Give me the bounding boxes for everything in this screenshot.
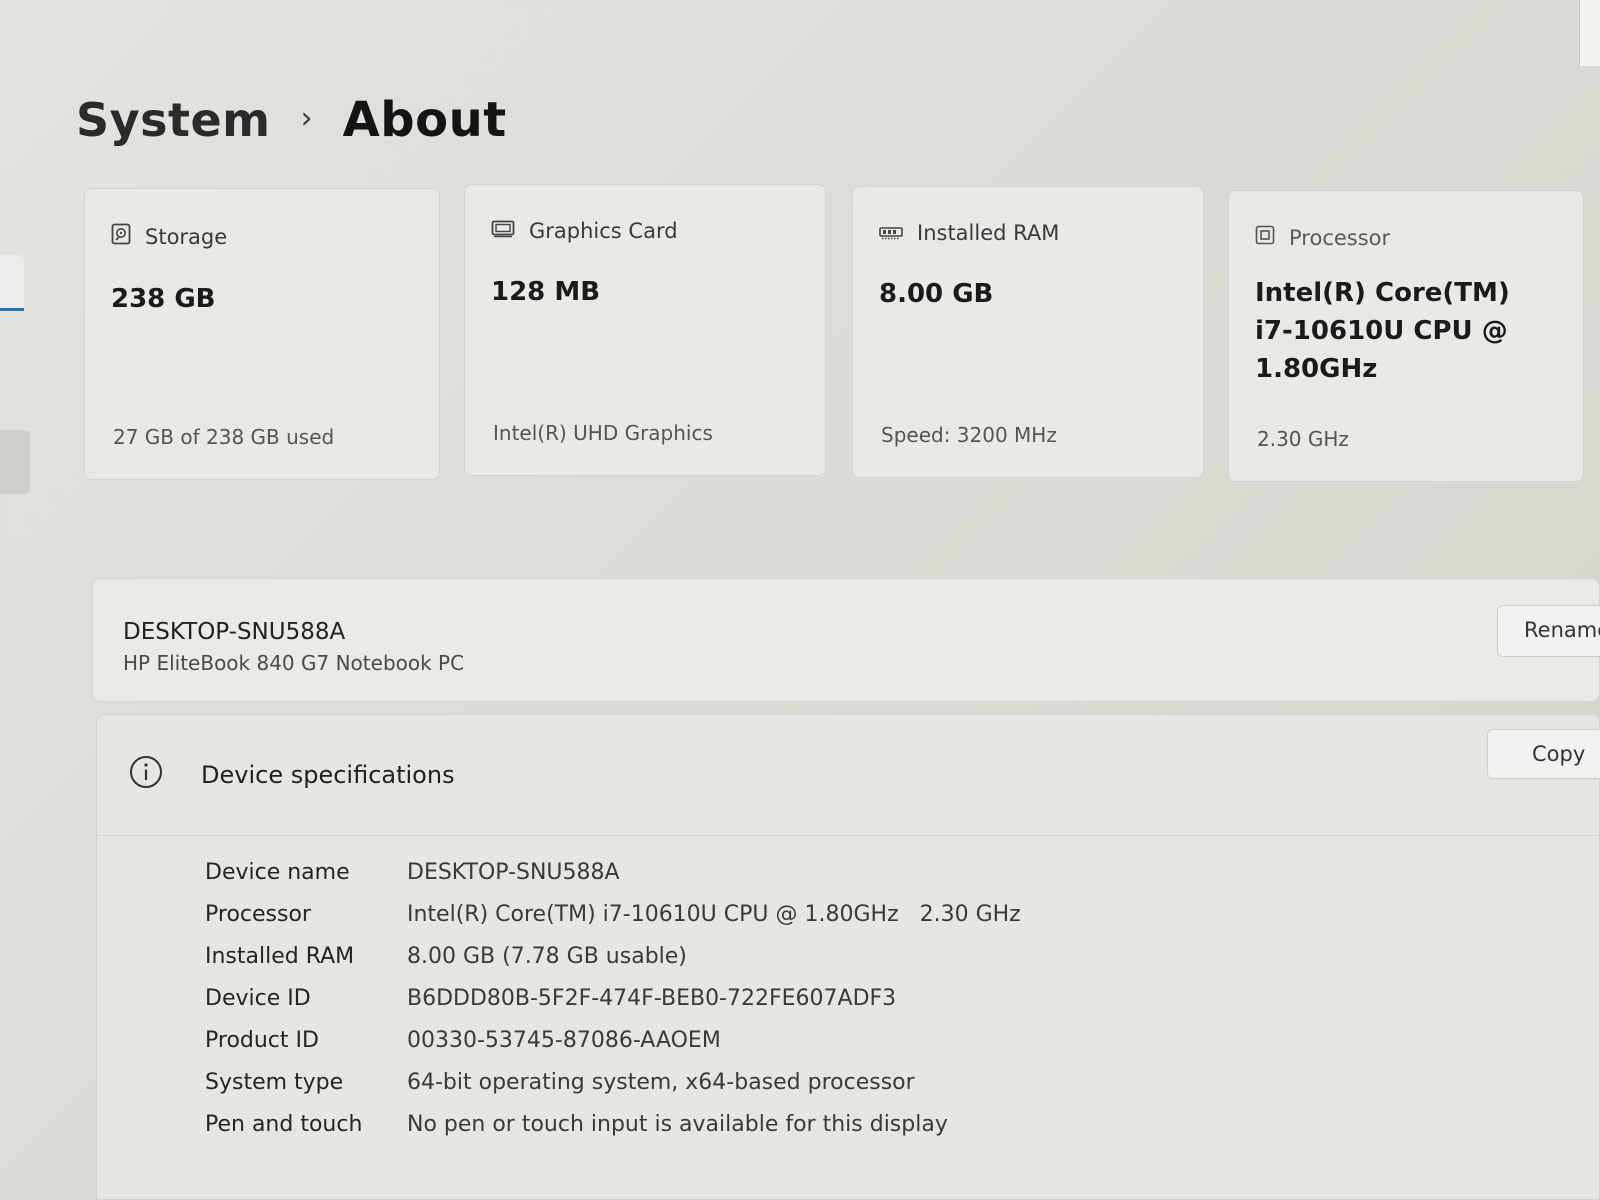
spec-value: DESKTOP-SNU588A (407, 859, 620, 885)
rename-button[interactable]: Rename (1497, 605, 1600, 657)
spec-row: Device ID B6DDD80B-5F2F-474F-BEB0-722FE6… (205, 977, 1505, 1019)
spec-label: System type (205, 1069, 344, 1095)
ram-card-value: 8.00 GB (879, 279, 994, 309)
spec-value: 00330-53745-87086-AAOEM (407, 1027, 721, 1053)
spec-label: Installed RAM (205, 943, 355, 969)
copy-button[interactable]: Copy (1487, 729, 1600, 779)
spec-value: No pen or touch input is available for t… (407, 1111, 948, 1137)
device-specifications-title: Device specifications (201, 761, 455, 789)
graphics-card-value: 128 MB (491, 277, 601, 307)
spec-row: Product ID 00330-53745-87086-AAOEM (205, 1019, 1505, 1061)
storage-card-header: Storage (111, 223, 413, 250)
graphics-card-icon (491, 219, 515, 243)
spec-row: Pen and touch No pen or touch input is a… (205, 1103, 1505, 1145)
storage-card[interactable]: Storage 238 GB 27 GB of 238 GB used (84, 188, 440, 480)
storage-card-sub: 27 GB of 238 GB used (113, 425, 335, 449)
spec-value: Intel(R) Core(TM) i7-10610U CPU @ 1.80GH… (407, 901, 1021, 927)
nav-item[interactable] (0, 430, 30, 494)
info-icon (129, 755, 163, 793)
device-model: HP EliteBook 840 G7 Notebook PC (123, 651, 465, 675)
breadcrumb: System › About (76, 92, 507, 148)
processor-icon (1255, 225, 1275, 250)
device-name: DESKTOP-SNU588A (123, 619, 346, 645)
spec-value: 8.00 GB (7.78 GB usable) (407, 943, 687, 969)
spec-row: Device name DESKTOP-SNU588A (205, 851, 1505, 893)
storage-card-title: Storage (145, 224, 228, 249)
ram-card-header: Installed RAM (879, 221, 1177, 245)
spec-label: Processor (205, 901, 311, 927)
storage-icon (111, 223, 131, 250)
ram-card-sub: Speed: 3200 MHz (881, 423, 1057, 447)
graphics-card-title: Graphics Card (529, 219, 678, 243)
nav-item-selected[interactable] (0, 255, 24, 311)
breadcrumb-parent[interactable]: System (76, 93, 271, 147)
processor-card-title: Processor (1289, 225, 1391, 250)
spec-row: System type 64-bit operating system, x64… (205, 1061, 1505, 1103)
processor-card[interactable]: Processor Intel(R) Core(TM) i7-10610U CP… (1228, 190, 1584, 482)
spec-value: 64-bit operating system, x64-based proce… (407, 1069, 915, 1095)
spec-rows: Device name DESKTOP-SNU588A Processor In… (205, 851, 1505, 1145)
device-name-row: DESKTOP-SNU588A HP EliteBook 840 G7 Note… (92, 578, 1600, 702)
graphics-card-sub: Intel(R) UHD Graphics (493, 421, 713, 445)
processor-card-value: Intel(R) Core(TM) i7-10610U CPU @ 1.80GH… (1255, 274, 1557, 388)
spec-label: Device ID (205, 985, 311, 1011)
graphics-card-header: Graphics Card (491, 219, 799, 243)
spec-row: Processor Intel(R) Core(TM) i7-10610U CP… (205, 893, 1505, 935)
spec-label: Product ID (205, 1027, 319, 1053)
ram-icon (879, 221, 903, 245)
spec-label: Pen and touch (205, 1111, 363, 1137)
ram-card[interactable]: Installed RAM 8.00 GB Speed: 3200 MHz (852, 186, 1204, 478)
spec-label: Device name (205, 859, 350, 885)
page-title: About (342, 92, 507, 148)
window-corner (1579, 0, 1600, 66)
processor-card-value-line: i7-10610U CPU @ (1255, 316, 1508, 346)
ram-card-title: Installed RAM (917, 221, 1060, 245)
storage-card-value: 238 GB (111, 284, 216, 314)
graphics-card[interactable]: Graphics Card 128 MB Intel(R) UHD Graphi… (464, 184, 826, 476)
processor-card-value-line: Intel(R) Core(TM) (1255, 278, 1510, 308)
device-specifications-header[interactable]: Device specifications Copy (97, 715, 1600, 836)
spec-value: B6DDD80B-5F2F-474F-BEB0-722FE607ADF3 (407, 985, 897, 1011)
device-specifications-panel: Device specifications Copy Device name D… (96, 714, 1600, 1200)
processor-card-header: Processor (1255, 225, 1557, 250)
summary-cards: Storage 238 GB 27 GB of 238 GB used Grap… (84, 184, 1584, 488)
chevron-right-icon: › (300, 100, 313, 136)
spec-row: Installed RAM 8.00 GB (7.78 GB usable) (205, 935, 1505, 977)
processor-card-value-line: 1.80GHz (1255, 354, 1378, 384)
processor-card-sub: 2.30 GHz (1257, 427, 1349, 451)
